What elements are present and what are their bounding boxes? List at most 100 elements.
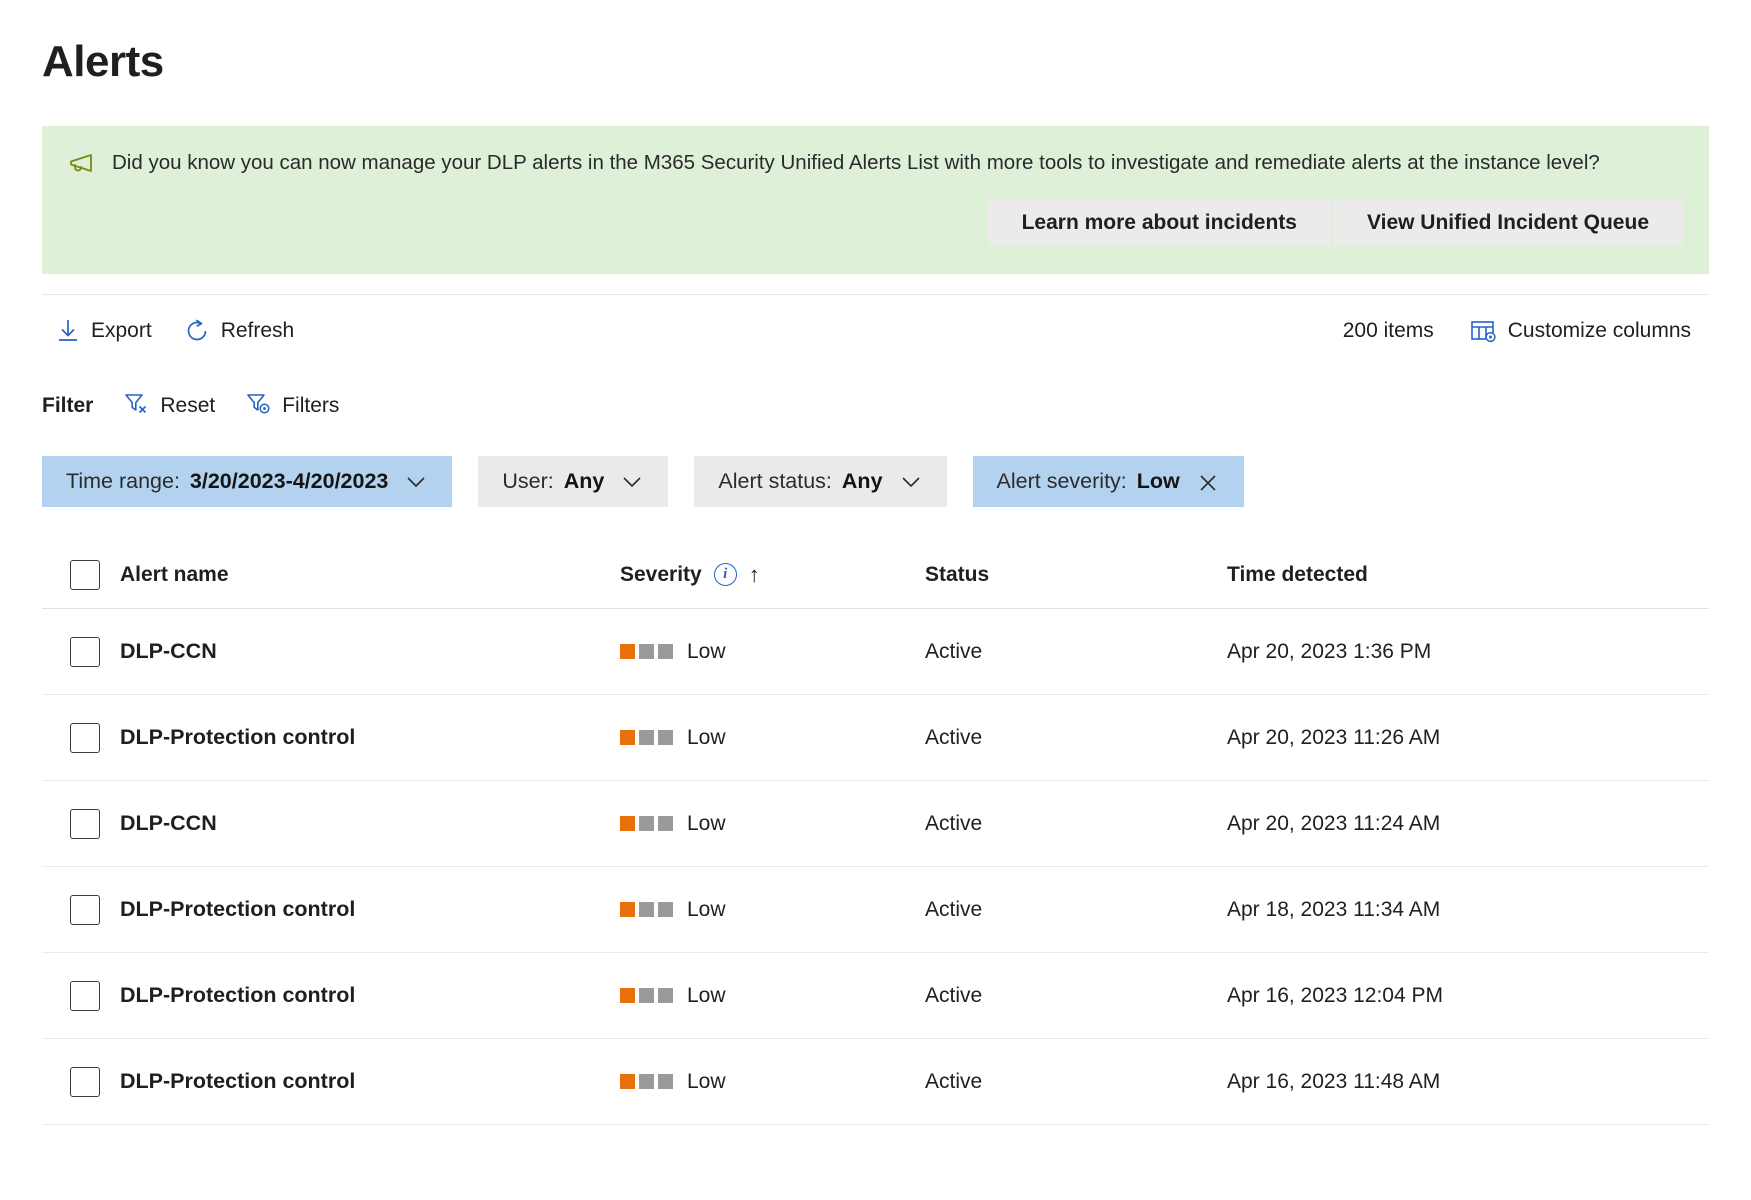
row-checkbox[interactable] bbox=[70, 1066, 100, 1097]
select-all-cell bbox=[42, 559, 120, 590]
table-row[interactable]: DLP-Protection control Low Active Apr 20… bbox=[42, 695, 1709, 782]
row-checkbox[interactable] bbox=[70, 636, 100, 667]
filter-pills: Time range: 3/20/2023-4/20/2023 User: An… bbox=[42, 456, 1709, 508]
cell-alert-name: DLP-CCN bbox=[120, 811, 217, 836]
filter-pill-time-range[interactable]: Time range: 3/20/2023-4/20/2023 bbox=[42, 456, 453, 508]
filters-label: Filters bbox=[282, 394, 340, 418]
severity-label: Low bbox=[687, 1069, 726, 1093]
column-header-severity[interactable]: Severity i ↑ bbox=[620, 563, 925, 587]
row-select-cell bbox=[42, 808, 120, 839]
banner-message: Did you know you can now manage your DLP… bbox=[112, 151, 1600, 175]
cell-severity: Low bbox=[620, 726, 925, 750]
chevron-down-icon[interactable] bbox=[899, 474, 923, 490]
reset-filters-button[interactable]: Reset bbox=[113, 384, 231, 428]
view-unified-incident-queue-button[interactable]: View Unified Incident Queue bbox=[1333, 200, 1683, 247]
row-select-cell bbox=[42, 980, 120, 1011]
filter-clear-icon bbox=[123, 390, 149, 422]
table-row[interactable]: DLP-Protection control Low Active Apr 16… bbox=[42, 1039, 1709, 1126]
severity-label: Low bbox=[687, 725, 726, 749]
pill-key: Alert status: bbox=[718, 469, 832, 494]
row-checkbox[interactable] bbox=[70, 722, 100, 753]
filter-pill-user[interactable]: User: Any bbox=[478, 456, 669, 508]
cell-alert-name: DLP-CCN bbox=[120, 639, 217, 664]
pill-value: Low bbox=[1136, 469, 1180, 494]
command-bar-right: 200 items Customize columns bbox=[1343, 312, 1709, 350]
table-row[interactable]: DLP-Protection control Low Active Apr 16… bbox=[42, 953, 1709, 1040]
cell-status: Active bbox=[925, 983, 983, 1007]
cell-alert-name: DLP-Protection control bbox=[120, 983, 356, 1008]
export-button[interactable]: Export bbox=[42, 312, 170, 350]
column-header-time-detected-label: Time detected bbox=[1227, 562, 1368, 586]
chevron-down-icon[interactable] bbox=[404, 474, 428, 490]
row-select-cell bbox=[42, 894, 120, 925]
column-header-severity-label: Severity bbox=[620, 562, 702, 586]
pill-value: Any bbox=[841, 469, 883, 494]
table-header-row: Alert name Severity i ↑ Status Time dete… bbox=[42, 541, 1709, 610]
table-row[interactable]: DLP-Protection control Low Active Apr 18… bbox=[42, 867, 1709, 954]
cell-alert-name: DLP-Protection control bbox=[120, 1069, 356, 1094]
severity-blocks-icon bbox=[620, 730, 673, 746]
banner-actions: Learn more about incidents View Unified … bbox=[68, 200, 1683, 247]
refresh-button[interactable]: Refresh bbox=[170, 312, 313, 350]
alerts-table: Alert name Severity i ↑ Status Time dete… bbox=[42, 541, 1709, 1126]
cell-severity: Low bbox=[620, 812, 925, 836]
pill-key: Time range: bbox=[66, 469, 180, 494]
cell-time-detected: Apr 16, 2023 11:48 AM bbox=[1227, 1069, 1441, 1093]
columns-gear-icon bbox=[1470, 318, 1497, 344]
customize-columns-button[interactable]: Customize columns bbox=[1456, 312, 1709, 350]
column-header-status[interactable]: Status bbox=[925, 563, 1227, 587]
alerts-page: Alerts Did you know you can now manage y… bbox=[0, 37, 1751, 1200]
cell-alert-name: DLP-Protection control bbox=[120, 725, 356, 750]
download-icon bbox=[56, 318, 80, 344]
cell-severity: Low bbox=[620, 984, 925, 1008]
pill-value: Any bbox=[563, 469, 605, 494]
severity-label: Low bbox=[687, 983, 726, 1007]
filter-bar: Filter Reset Filters bbox=[42, 384, 1709, 428]
learn-more-about-incidents-button[interactable]: Learn more about incidents bbox=[987, 200, 1331, 247]
pill-key: Alert severity: bbox=[996, 469, 1127, 494]
row-checkbox[interactable] bbox=[70, 808, 100, 839]
severity-blocks-icon bbox=[620, 644, 673, 660]
filter-pill-alert-status[interactable]: Alert status: Any bbox=[694, 456, 947, 508]
severity-blocks-icon bbox=[620, 1074, 673, 1090]
close-icon[interactable] bbox=[1196, 471, 1220, 493]
filter-pill-alert-severity[interactable]: Alert severity: Low bbox=[972, 456, 1244, 508]
cell-severity: Low bbox=[620, 1070, 925, 1094]
cell-status: Active bbox=[925, 639, 983, 663]
select-all-checkbox[interactable] bbox=[70, 559, 100, 590]
pill-value: 3/20/2023-4/20/2023 bbox=[189, 469, 389, 494]
cell-severity: Low bbox=[620, 640, 925, 664]
announcement-banner: Did you know you can now manage your DLP… bbox=[42, 126, 1709, 275]
banner-message-row: Did you know you can now manage your DLP… bbox=[68, 148, 1683, 178]
cell-status: Active bbox=[925, 897, 983, 921]
row-checkbox[interactable] bbox=[70, 980, 100, 1011]
command-bar: Export Refresh 200 items Customize colum… bbox=[42, 294, 1709, 366]
row-select-cell bbox=[42, 722, 120, 753]
column-header-alert-name-label: Alert name bbox=[120, 562, 229, 586]
command-bar-left: Export Refresh bbox=[42, 312, 312, 350]
cell-status: Active bbox=[925, 1069, 983, 1093]
filters-button[interactable]: Filters bbox=[235, 384, 355, 428]
row-select-cell bbox=[42, 1066, 120, 1097]
filter-label: Filter bbox=[42, 394, 94, 418]
row-select-cell bbox=[42, 636, 120, 667]
table-row[interactable]: DLP-CCN Low Active Apr 20, 2023 1:36 PM bbox=[42, 609, 1709, 696]
severity-label: Low bbox=[687, 811, 726, 835]
severity-label: Low bbox=[687, 639, 726, 663]
sort-ascending-icon[interactable]: ↑ bbox=[749, 563, 760, 586]
cell-time-detected: Apr 16, 2023 12:04 PM bbox=[1227, 983, 1443, 1007]
severity-blocks-icon bbox=[620, 902, 673, 918]
chevron-down-icon[interactable] bbox=[620, 474, 644, 490]
info-icon[interactable]: i bbox=[713, 563, 737, 587]
row-checkbox[interactable] bbox=[70, 894, 100, 925]
column-header-time-detected[interactable]: Time detected bbox=[1227, 563, 1709, 587]
pill-key: User: bbox=[502, 469, 554, 494]
column-header-alert-name[interactable]: Alert name bbox=[120, 563, 620, 587]
megaphone-icon bbox=[68, 152, 98, 178]
items-count: 200 items bbox=[1342, 318, 1434, 342]
cell-severity: Low bbox=[620, 898, 925, 922]
table-row[interactable]: DLP-CCN Low Active Apr 20, 2023 11:24 AM bbox=[42, 781, 1709, 868]
severity-blocks-icon bbox=[620, 816, 673, 832]
refresh-label: Refresh bbox=[220, 318, 295, 342]
cell-status: Active bbox=[925, 725, 983, 749]
